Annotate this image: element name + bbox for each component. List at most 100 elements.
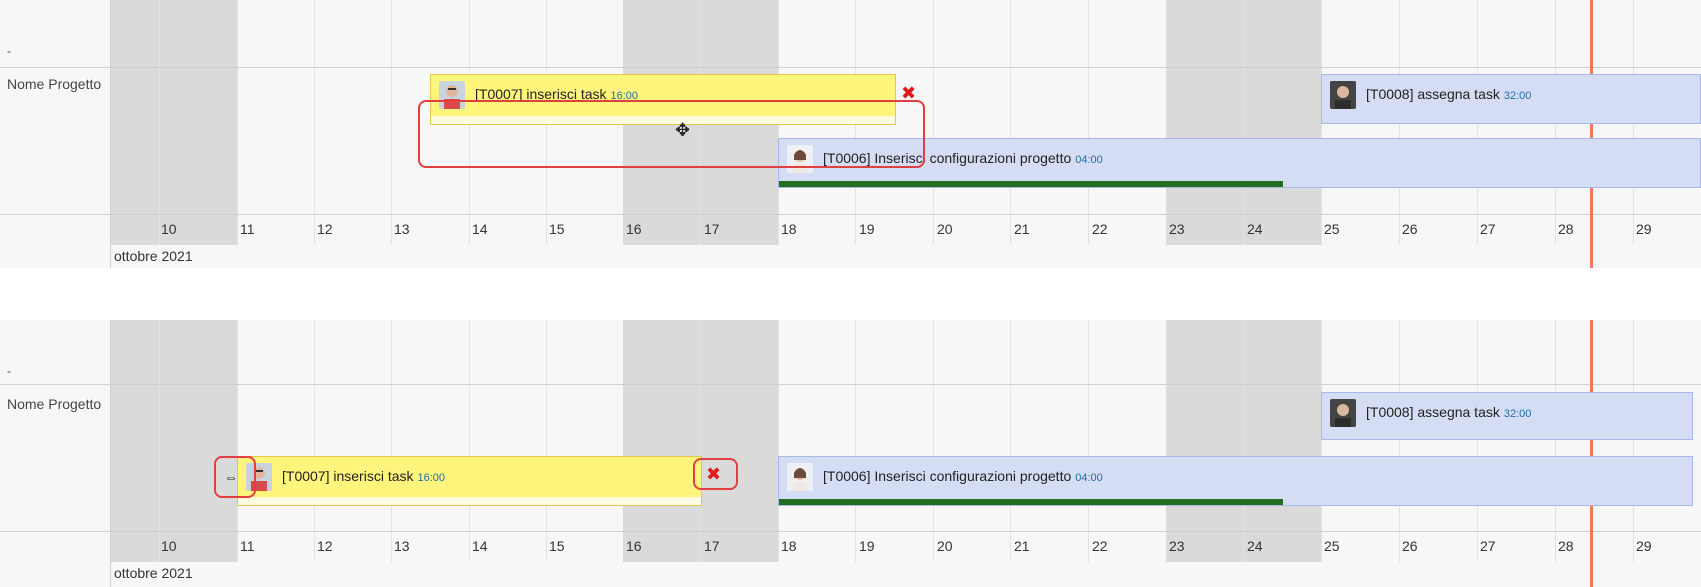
day-label: 13 [394,221,410,237]
day-label: 29 [1636,538,1652,554]
day-label: 28 [1558,221,1574,237]
day-gridline [1088,0,1089,245]
day-label: 22 [1092,538,1108,554]
day-label: 21 [1014,221,1030,237]
day-gridline [933,0,934,245]
day-gridline [1243,0,1244,245]
task-hours: 32:00 [1503,90,1532,102]
day-label: 18 [781,538,797,554]
day-gridline [1321,320,1322,562]
task-hours: 32:00 [1503,408,1532,420]
avatar [787,463,813,491]
day-gridline [1010,320,1011,562]
gantt-panel-before: - Nome Progetto [T0007] inserisci task 16… [0,0,1701,268]
day-label: 11 [240,538,255,554]
task-title: [T0007] inserisci task 16:00 [282,468,446,484]
day-gridline [469,320,470,562]
day-label: 14 [472,538,488,554]
day-gridline [314,0,315,245]
day-label: 12 [317,221,333,237]
day-label: 23 [1169,221,1185,237]
task-title: [T0006] Inserisci configurazioni progett… [823,468,1103,484]
day-gridline [159,320,160,562]
task-title: [T0008] assegna task 32:00 [1366,404,1532,420]
row-label-column: - Nome Progetto [0,320,111,587]
task-hours: 16:00 [417,472,446,484]
gantt-panel-after: - Nome Progetto [T0008] assegna task 32:0… [0,320,1701,587]
day-gridline [1477,320,1478,562]
day-gridline [1088,320,1089,562]
day-label: 20 [937,221,953,237]
task-title: [T0008] assegna task 32:00 [1366,86,1532,102]
day-label: 29 [1636,221,1652,237]
day-label: 20 [937,538,953,554]
day-gridline [1633,320,1634,562]
day-gridline [933,320,934,562]
weekend-column [110,320,237,562]
row-divider [0,531,1701,532]
day-label: 16 [626,538,642,554]
day-label: 17 [704,221,720,237]
day-label: 13 [394,538,410,554]
month-label: ottobre 2021 [114,565,193,581]
day-label: 23 [1169,538,1185,554]
row-dash-label: - [7,364,11,378]
day-label: 21 [1014,538,1030,554]
project-name-label: Nome Progetto [7,76,102,92]
month-label: ottobre 2021 [114,248,193,264]
row-label-column: - Nome Progetto [0,0,111,268]
avatar [1330,81,1356,109]
day-gridline [1555,320,1556,562]
avatar [1330,399,1356,427]
row-divider [0,384,1701,385]
day-label: 16 [626,221,642,237]
drag-highlight-frame [418,100,925,168]
day-label: 17 [704,538,720,554]
progress-bar [779,499,1283,505]
day-label: 27 [1480,538,1496,554]
day-label: 26 [1402,221,1418,237]
day-gridline [855,320,856,562]
day-label: 15 [549,538,565,554]
day-gridline [546,320,547,562]
day-label: 10 [161,221,177,237]
day-gridline [314,320,315,562]
day-gridline [778,320,779,562]
project-name-label: Nome Progetto [7,396,102,412]
day-label: 11 [240,221,255,237]
row-divider [0,67,1701,68]
day-label: 14 [472,221,488,237]
day-label: 25 [1324,221,1340,237]
day-gridline [237,320,238,562]
day-gridline [391,320,392,562]
task-bar-t0008[interactable]: [T0008] assegna task 32:00 [1321,392,1693,440]
day-label: 26 [1402,538,1418,554]
day-label: 19 [859,221,875,237]
day-gridline [159,0,160,245]
day-label: 22 [1092,221,1108,237]
task-bar-t0007[interactable]: [T0007] inserisci task 16:00 [237,456,702,506]
row-divider [0,214,1701,215]
move-cursor-icon: ✥ [675,120,691,140]
weekend-column [110,0,237,245]
day-label: 10 [161,538,177,554]
progress-bar [779,181,1283,187]
task-stripe [238,497,701,505]
day-gridline [700,320,701,562]
day-label: 15 [549,221,565,237]
day-label: 25 [1324,538,1340,554]
delete-icon[interactable]: ✖ [706,465,721,483]
day-gridline [1010,0,1011,245]
day-gridline [1399,320,1400,562]
resize-handle-icon[interactable]: ⇔ [224,470,238,484]
day-label: 27 [1480,221,1496,237]
task-bar-t0008[interactable]: [T0008] assegna task 32:00 [1321,74,1701,124]
today-marker [1590,0,1593,268]
task-hours: 04:00 [1075,472,1103,484]
day-gridline [1243,320,1244,562]
day-label: 12 [317,538,333,554]
day-label: 24 [1247,221,1263,237]
day-label: 28 [1558,538,1574,554]
task-bar-t0006[interactable]: [T0006] Inserisci configurazioni progett… [778,456,1693,506]
day-gridline [391,0,392,245]
